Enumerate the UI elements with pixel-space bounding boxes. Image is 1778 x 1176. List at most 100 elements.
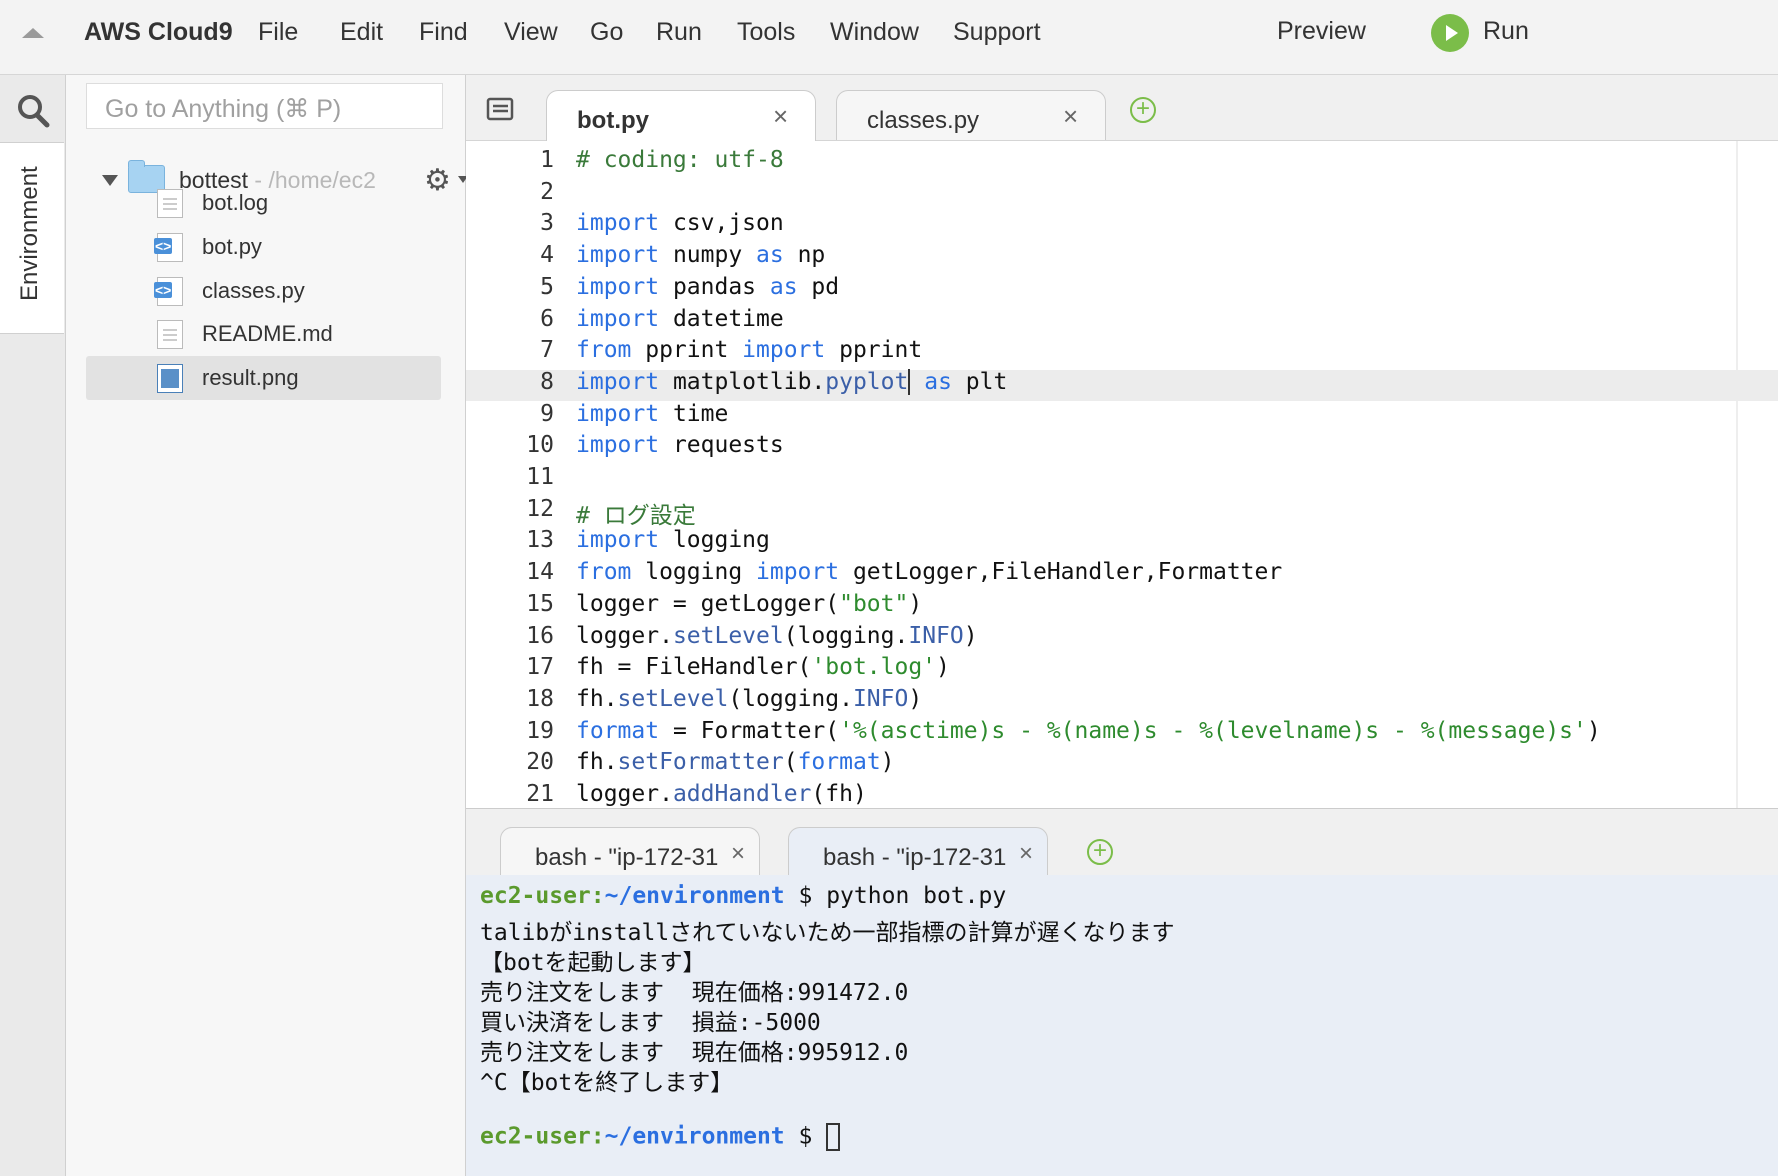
line-number: 17 [526,654,554,681]
text-cursor [908,369,911,396]
terminal-cursor [826,1123,841,1151]
menu-bar: AWS Cloud9 File Edit Find View Go Run To… [0,0,1778,75]
line-number: 9 [540,400,554,427]
menu-support[interactable]: Support [953,18,1041,47]
tab-label: bash - "ip-172-31 [535,844,719,871]
go-to-anything-input[interactable]: Go to Anything (⌘ P) [86,83,443,129]
close-icon[interactable]: × [773,101,788,132]
go-to-anything-placeholder: Go to Anything (⌘ P) [105,95,342,123]
menu-window[interactable]: Window [830,18,919,47]
code-line[interactable]: # coding: utf-8 [576,147,784,173]
add-tab-icon[interactable]: + [1130,97,1156,123]
code-line[interactable]: import time [576,401,728,427]
line-number: 15 [526,590,554,617]
terminal-output-line: ^C【botを終了します】 [480,1070,734,1096]
file-name: bot.py [202,234,262,259]
tab-terminal-1[interactable]: bash - "ip-172-31 × [500,827,760,877]
text-file-icon [157,320,183,349]
tab-bot-py[interactable]: bot.py × [546,90,816,141]
code-line[interactable]: import pandas as pd [576,274,839,300]
tab-label: classes.py [867,107,980,134]
run-button[interactable]: Run [1483,17,1529,46]
tab-label: bot.py [577,107,649,134]
collapse-menu-icon[interactable] [22,28,44,38]
file-name: bot.log [202,190,269,215]
editor-tab-bar: bot.py × classes.py × + [466,75,1778,141]
line-number: 10 [526,432,554,459]
code-line[interactable]: import datetime [576,306,784,332]
code-line[interactable]: fh = FileHandler('bot.log') [576,654,950,680]
menu-file[interactable]: File [258,18,298,47]
line-number: 18 [526,685,554,712]
file-list-icon[interactable] [486,97,514,121]
line-number: 13 [526,527,554,554]
file-name: result.png [202,365,299,390]
menu-find[interactable]: Find [419,18,468,47]
menu-run[interactable]: Run [656,18,702,47]
terminal-output-line: 【botを起動します】 [480,950,706,976]
add-terminal-icon[interactable]: + [1087,839,1113,865]
terminal-output-line: 売り注文をします 現在価格:991472.0 [480,980,909,1006]
code-line[interactable]: fh.setFormatter(format) [576,749,895,775]
tree-file-item-selected[interactable]: result.png [86,356,441,400]
line-number: 6 [540,305,554,332]
environment-tab-label: Environment [16,166,43,301]
line-number: 14 [526,559,554,586]
line-number: 3 [540,210,554,237]
terminal-output-line: talibがinstallされていないため一部指標の計算が遅くなります [480,920,1175,946]
line-number: 7 [540,337,554,364]
close-icon[interactable]: × [1019,840,1033,868]
code-line[interactable]: import numpy as np [576,242,825,268]
menu-go[interactable]: Go [590,18,623,47]
code-line[interactable]: import logging [576,527,770,553]
run-icon[interactable] [1431,14,1469,52]
code-line[interactable]: from pprint import pprint [576,337,922,363]
file-tree-panel: Go to Anything (⌘ P) bottest - /home/ec2… [66,75,468,1176]
menu-tools[interactable]: Tools [737,18,795,47]
image-file-icon [157,364,183,393]
tree-file-item[interactable]: classes.py [86,269,441,313]
terminal-output-line: 買い決済をします 損益:-5000 [480,1010,821,1036]
app-brand-menu[interactable]: AWS Cloud9 [84,18,233,47]
tree-file-item[interactable]: README.md [86,312,441,356]
environment-tab[interactable]: Environment [0,142,64,334]
code-line[interactable]: from logging import getLogger,FileHandle… [576,559,1282,585]
line-number: 12 [526,495,554,522]
terminal-output-line: 売り注文をします 現在価格:995912.0 [480,1040,909,1066]
line-number: 20 [526,749,554,776]
line-number: 2 [540,178,554,205]
menu-view[interactable]: View [504,18,558,47]
code-line[interactable]: import csv,json [576,210,784,236]
close-icon[interactable]: × [731,840,745,868]
close-icon[interactable]: × [1063,101,1078,132]
terminal-panel[interactable]: ec2-user:~/environment $ python bot.py t… [466,875,1778,1176]
menu-edit[interactable]: Edit [340,18,383,47]
line-number: 8 [540,368,554,395]
file-name: README.md [202,321,333,346]
code-line[interactable]: logger.setLevel(logging.INFO) [576,623,978,649]
code-line[interactable]: import requests [576,432,784,458]
code-line[interactable]: # ログ設定 [576,496,696,530]
line-number: 5 [540,273,554,300]
code-line[interactable]: import matplotlib.pyplot as plt [576,369,1007,396]
terminal-tab-bar: bash - "ip-172-31 × bash - "ip-172-31 × … [466,808,1778,877]
text-file-icon [157,189,183,218]
line-number: 19 [526,717,554,744]
terminal-command: python bot.py [826,883,1007,909]
code-editor[interactable]: 1 # coding: utf-8 2 3 import csv,json 4 import… [466,141,1778,808]
terminal-command-line: ec2-user:~/environment $ python bot.py [480,883,1007,909]
file-name: classes.py [202,278,305,303]
line-number: 4 [540,242,554,269]
tab-terminal-2[interactable]: bash - "ip-172-31 × [788,827,1048,877]
line-number: 21 [526,781,554,807]
print-margin [1736,141,1738,808]
code-line[interactable]: fh.setLevel(logging.INFO) [576,686,922,712]
code-line[interactable]: logger = getLogger("bot") [576,591,922,617]
code-line[interactable]: logger.addHandler(fh) [576,781,867,807]
tree-file-item[interactable]: bot.py [86,225,441,269]
preview-button[interactable]: Preview [1277,17,1366,46]
code-line[interactable]: format = Formatter('%(asctime)s - %(name… [576,718,1601,744]
search-icon[interactable] [16,93,50,129]
tab-classes-py[interactable]: classes.py × [836,90,1106,140]
tree-file-item[interactable]: bot.log [86,181,441,225]
